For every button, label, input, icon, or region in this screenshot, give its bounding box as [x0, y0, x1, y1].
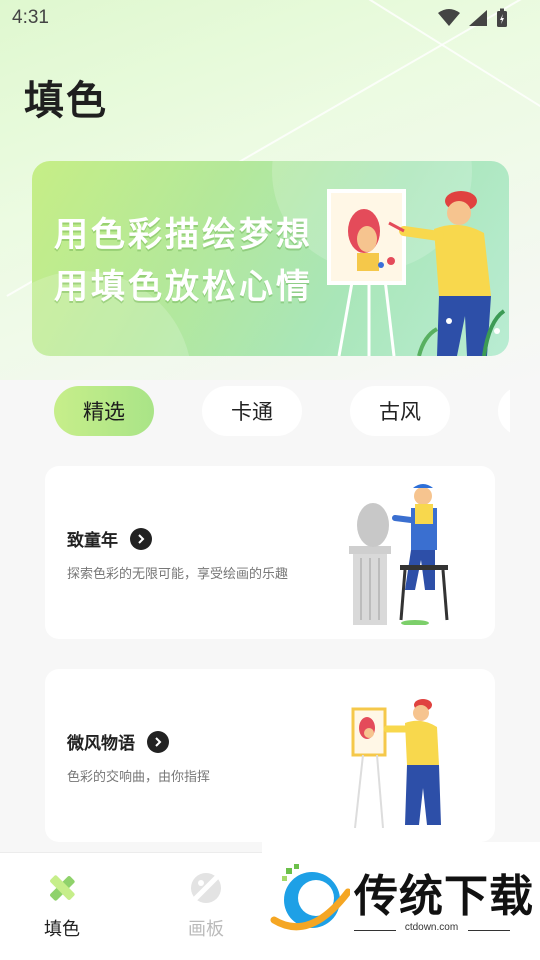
- ruler-pencil-icon: [50, 875, 75, 901]
- tab-more[interactable]: [498, 386, 510, 436]
- card-breeze-story[interactable]: 微风物语 色彩的交响曲，由你指挥: [45, 669, 495, 842]
- watermark-text: 传统下载: [354, 871, 534, 922]
- watermark-url: ctdown.com: [404, 922, 459, 933]
- card-childhood[interactable]: 致童年 探索色彩的无限可能，享受绘画的乐趣: [45, 466, 495, 639]
- ctdown-logo-icon: [270, 864, 350, 931]
- nav-label: 画板: [188, 919, 224, 940]
- battery-icon: [497, 8, 507, 27]
- tab-featured[interactable]: 精选: [54, 386, 154, 436]
- card-title: 微风物语: [67, 734, 135, 754]
- status-time: 4:31: [12, 7, 49, 28]
- banner-text: 用色彩描绘梦想 用填色放松心情: [54, 209, 313, 313]
- palette-icon: [191, 873, 221, 903]
- banner-line-2: 用填色放松心情: [54, 267, 313, 307]
- nav-item-drawing-board[interactable]: 画板: [166, 871, 246, 941]
- watermark: 传统下载 ctdown.com: [262, 842, 540, 960]
- card-subtitle: 色彩的交响曲，由你指挥: [67, 770, 211, 785]
- chevron-right-icon[interactable]: [130, 527, 152, 550]
- card-subtitle: 探索色彩的无限可能，享受绘画的乐趣: [67, 567, 289, 582]
- sculptor-illustration: [349, 484, 449, 625]
- status-bar: 4:31: [0, 0, 540, 36]
- nav-label: 填色: [44, 919, 80, 940]
- tab-ancient-style[interactable]: 古风: [350, 386, 450, 436]
- banner-line-1: 用色彩描绘梦想: [54, 215, 313, 255]
- card-title-row: 微风物语: [67, 729, 169, 754]
- wifi-icon: [438, 9, 460, 26]
- card-title-row: 致童年: [67, 526, 152, 551]
- promo-banner[interactable]: 用色彩描绘梦想 用填色放松心情: [32, 161, 509, 356]
- tab-cartoon[interactable]: 卡通: [202, 386, 302, 436]
- category-tabs: 精选 卡通 古风: [54, 386, 510, 436]
- page-title: 填色: [24, 78, 108, 124]
- chevron-right-icon[interactable]: [147, 730, 169, 753]
- painter-illustration: [351, 699, 441, 828]
- card-title: 致童年: [67, 531, 118, 551]
- nav-item-fill-color[interactable]: 填色: [22, 871, 102, 941]
- status-icons: [438, 8, 508, 28]
- signal-icon: [469, 10, 487, 26]
- painter-illustration: [327, 189, 506, 356]
